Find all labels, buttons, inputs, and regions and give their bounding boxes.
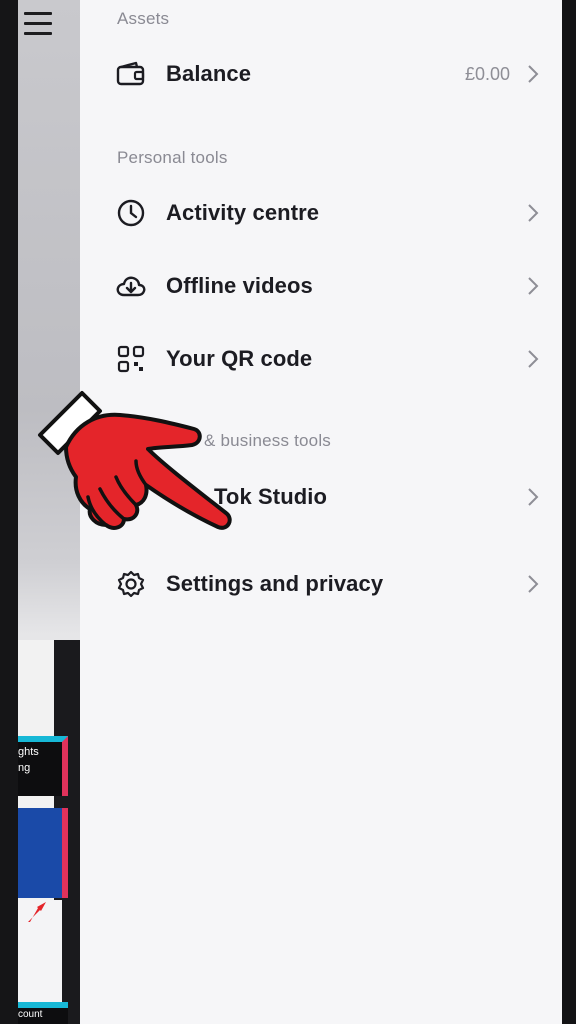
chevron-right-icon [528,350,539,368]
qr-code-row[interactable]: Your QR code [80,331,562,387]
video-thumbnail-keyboard[interactable] [18,808,68,898]
chevron-right-icon [528,575,539,593]
section-title-assets: Assets [117,9,170,28]
pointing-hand-icon [38,391,232,530]
chevron-right-icon [528,65,539,83]
wallet-icon [114,57,148,91]
cloud-download-icon [114,269,148,303]
gear-icon [114,567,148,601]
thumbnail-caption-line-2: ng [18,762,31,774]
chevron-right-icon [528,488,539,506]
offline-videos-label: Offline videos [166,273,313,298]
thumbnail-caption-line-1: ghts [18,746,39,758]
activity-centre-label: Activity centre [166,200,320,225]
balance-row[interactable]: Balance £0.00 [80,46,562,102]
phone-bezel-left [0,0,18,1024]
qr-code-label: Your QR code [166,346,313,371]
balance-label: Balance [166,61,252,86]
chevron-right-icon [528,277,539,295]
activity-centre-row[interactable]: Activity centre [80,185,562,241]
screen: ghts ng count Assets Balance £0.00 Perso… [0,0,576,1024]
hamburger-menu-icon[interactable] [24,12,52,38]
settings-privacy-row[interactable]: Settings and privacy [80,556,562,612]
offline-videos-row[interactable]: Offline videos [80,258,562,314]
section-title-personal-tools: Personal tools [117,148,228,167]
thumbnail-footer: count [18,1002,68,1024]
thumbnail-caption: ghts ng [18,736,68,796]
settings-privacy-label: Settings and privacy [166,571,384,596]
qr-code-icon [114,342,148,376]
phone-bezel-right [562,0,576,1024]
chevron-right-icon [528,204,539,222]
red-arrow-icon [28,902,46,922]
balance-value: £0.00 [464,63,510,84]
clock-icon [114,196,148,230]
